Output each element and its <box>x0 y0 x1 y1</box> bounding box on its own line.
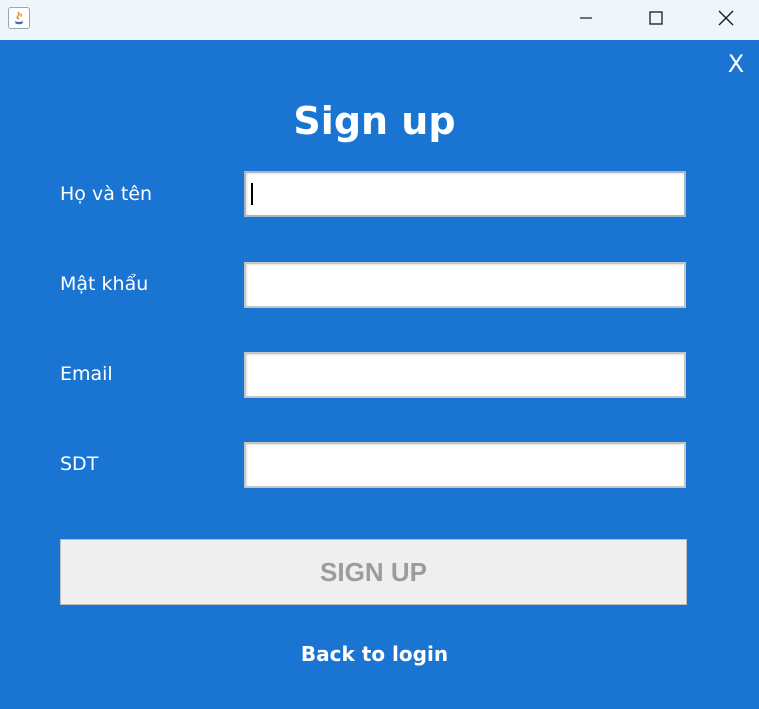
page-title: Sign up <box>293 99 456 143</box>
back-to-login-link[interactable]: Back to login <box>0 640 749 668</box>
full-name-field[interactable] <box>244 171 686 217</box>
maximize-icon <box>649 11 663 25</box>
password-label: Mật khẩu <box>60 273 149 295</box>
minimize-button[interactable] <box>563 0 609 36</box>
window-close-button[interactable] <box>703 0 749 36</box>
email-field[interactable] <box>244 352 686 398</box>
minimize-icon <box>580 17 592 19</box>
signup-panel: X Sign up Họ và tên Mật khẩu Email SDT S… <box>0 40 759 709</box>
java-app-icon <box>8 7 30 29</box>
panel-close-button[interactable]: X <box>722 49 750 79</box>
window-titlebar <box>0 0 759 40</box>
text-caret <box>251 183 253 205</box>
phone-input[interactable] <box>246 444 684 486</box>
signup-button[interactable]: SIGN UP <box>60 539 687 605</box>
phone-field[interactable] <box>244 442 686 488</box>
full-name-input[interactable] <box>246 173 684 215</box>
maximize-button[interactable] <box>633 0 679 36</box>
phone-label: SDT <box>60 453 99 475</box>
full-name-label: Họ và tên <box>60 183 153 205</box>
email-input[interactable] <box>246 354 684 396</box>
close-icon <box>718 10 734 26</box>
email-label: Email <box>60 363 113 385</box>
password-field[interactable] <box>244 262 686 308</box>
password-input[interactable] <box>246 264 684 306</box>
